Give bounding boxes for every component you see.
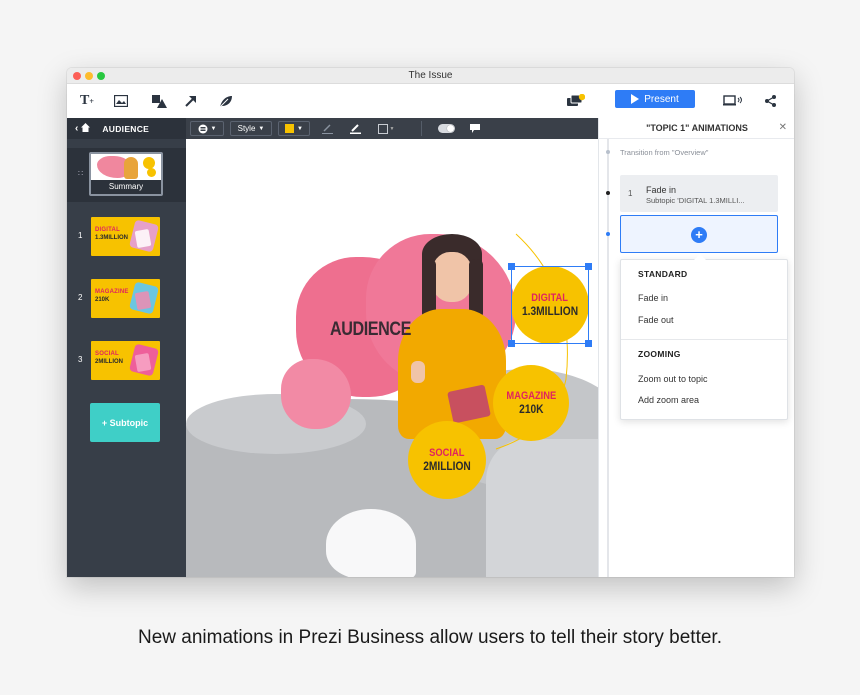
slide-line1: DIGITAL (95, 227, 120, 233)
sidebar-slide-1[interactable]: 1 DIGITAL 1.3MILLION (67, 217, 186, 257)
selection-box[interactable] (508, 263, 592, 347)
text-icon[interactable]: T + (80, 92, 94, 110)
animations-panel: "TOPIC 1" ANIMATIONS ✕ Transition from "… (598, 118, 794, 577)
slide-line1: MAGAZINE (95, 289, 129, 295)
transition-label: Transition from "Overview" (620, 148, 709, 157)
menu-item-add-zoom-area[interactable]: Add zoom area (638, 395, 699, 405)
close-icon[interactable]: ✕ (779, 122, 787, 133)
timeline (607, 139, 609, 577)
present-button[interactable]: Present (615, 90, 695, 108)
panel-header: "TOPIC 1" ANIMATIONS ✕ (599, 118, 794, 139)
sidebar-slide-3[interactable]: 3 SOCIAL 2MILLION (67, 341, 186, 381)
stroke-icon[interactable] (320, 121, 334, 136)
home-icon[interactable] (81, 122, 91, 135)
animation-subtitle: Subtopic 'DIGITAL 1.3MILLI... (646, 196, 745, 205)
add-animation-button[interactable]: + (691, 227, 707, 243)
circle-line2: 2MILLION (423, 459, 471, 473)
window-title: The Issue (408, 70, 453, 81)
style-label: Style (237, 124, 256, 133)
shapes-icon[interactable] (152, 92, 167, 110)
slide-line2: 2MILLION (95, 359, 123, 365)
style-dropdown[interactable]: Style ▼ (230, 121, 272, 136)
presentation-canvas[interactable]: AUDIENCE DIGITAL 1.3MILLION MAGAZINE 210… (186, 139, 598, 577)
panel-title: "TOPIC 1" ANIMATIONS (646, 123, 748, 133)
circle-line1: SOCIAL (429, 447, 465, 459)
animation-number: 1 (628, 189, 633, 198)
present-remotely-icon[interactable] (723, 92, 743, 110)
sidebar-header: ‹ AUDIENCE (67, 118, 186, 139)
app-window: The Issue T + Present ‹ AUDIENCE ∷ Summa… (67, 68, 794, 577)
menu-item-zoom-out[interactable]: Zoom out to topic (638, 374, 708, 384)
slide-line1: SOCIAL (95, 351, 119, 357)
play-icon (631, 94, 640, 104)
magazine-circle[interactable]: MAGAZINE 210K (493, 365, 569, 441)
slide-number: 1 (78, 231, 83, 240)
animation-item[interactable]: 1 Fade in Subtopic 'DIGITAL 1.3MILLI... (620, 175, 778, 212)
highlight-icon[interactable] (348, 121, 362, 136)
animation-menu: STANDARD Fade in Fade out ZOOMING Zoom o… (620, 254, 788, 420)
sidebar-slide-2[interactable]: 2 MAGAZINE 210K (67, 279, 186, 319)
summary-item[interactable]: ∷ Summary (67, 148, 186, 202)
present-label: Present (644, 93, 679, 105)
summary-label: Summary (91, 180, 161, 194)
drag-handle-icon[interactable]: ∷ (78, 169, 83, 178)
main-toolbar: T + Present (67, 84, 794, 118)
topic-sidebar: ‹ AUDIENCE ∷ Summary 1 DIGITAL 1.3MILLIO… (67, 118, 186, 577)
slide-number: 3 (78, 355, 83, 364)
slide-line2: 1.3MILLION (95, 235, 129, 241)
resize-handle[interactable] (508, 263, 515, 270)
share-icon[interactable] (765, 92, 777, 110)
canvas-title: AUDIENCE (330, 319, 411, 340)
align-icon (198, 124, 208, 133)
social-circle[interactable]: SOCIAL 2MILLION (408, 421, 486, 499)
slide-number: 2 (78, 293, 83, 302)
resize-handle[interactable] (508, 340, 515, 347)
arrow-icon[interactable] (185, 92, 197, 110)
resize-handle[interactable] (585, 340, 592, 347)
color-swatch (285, 124, 295, 133)
add-animation-area[interactable]: + (620, 215, 778, 253)
toggle-icon (437, 124, 455, 133)
border-dropdown[interactable]: ▼ (376, 121, 396, 136)
resize-handle[interactable] (585, 263, 592, 270)
image-icon[interactable] (114, 92, 128, 110)
title-bar: The Issue (67, 68, 794, 84)
circle-line2: 210K (518, 402, 544, 416)
color-dropdown[interactable]: ▼ (278, 121, 310, 136)
menu-item-fade-out[interactable]: Fade out (638, 315, 674, 325)
back-icon[interactable]: ‹ (75, 123, 78, 134)
menu-item-fade-in[interactable]: Fade in (638, 293, 668, 303)
slide-thumbnail[interactable]: DIGITAL 1.3MILLION (91, 217, 160, 256)
caption: New animations in Prezi Business allow u… (138, 627, 722, 648)
visibility-toggle[interactable] (436, 121, 456, 136)
standard-heading: STANDARD (638, 269, 688, 279)
slide-thumbnail[interactable]: MAGAZINE 210K (91, 279, 160, 318)
summary-thumbnail[interactable]: Summary (89, 152, 163, 196)
topic-label: AUDIENCE (102, 123, 150, 134)
format-toolbar: ▼ Style ▼ ▼ ▼ (186, 118, 598, 139)
leaf-icon[interactable] (219, 92, 233, 110)
comments-icon[interactable] (567, 92, 585, 110)
slide-line2: 210K (95, 297, 110, 303)
slide-thumbnail[interactable]: SOCIAL 2MILLION (91, 341, 160, 380)
align-dropdown[interactable]: ▼ (190, 121, 224, 136)
zooming-heading: ZOOMING (638, 349, 681, 359)
add-subtopic-button[interactable]: + Subtopic (90, 403, 160, 442)
circle-line1: MAGAZINE (506, 390, 556, 402)
animation-title: Fade in (646, 185, 677, 195)
comment-icon[interactable] (468, 121, 482, 136)
